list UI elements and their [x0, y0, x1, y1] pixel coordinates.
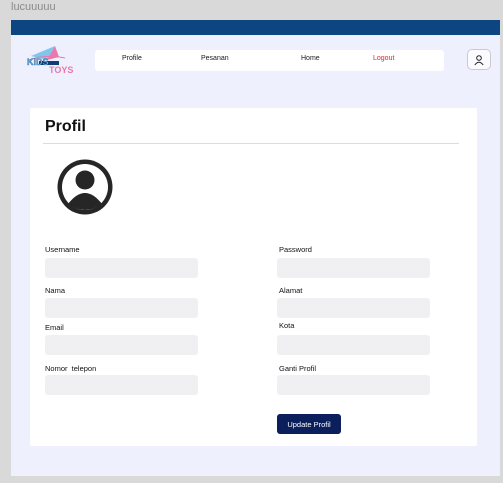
- alamat-field[interactable]: [277, 298, 430, 318]
- password-field[interactable]: [277, 258, 430, 278]
- top-nav: Profile Pesanan Home Logout: [95, 50, 444, 71]
- page-title: Profil: [45, 118, 86, 135]
- nama-field[interactable]: [45, 298, 198, 318]
- nav-profile[interactable]: Profile: [122, 55, 142, 62]
- ganti-profil-field[interactable]: [277, 375, 430, 395]
- nama-label: Nama: [45, 286, 66, 295]
- user-icon: [474, 54, 484, 65]
- nav-logout[interactable]: Logout: [373, 55, 394, 62]
- kota-label: Kota: [279, 321, 295, 330]
- nav-pesanan[interactable]: Pesanan: [201, 55, 229, 62]
- phone-label: Nomor telepon: [45, 364, 97, 373]
- logo-text-kids: KIDS: [27, 57, 49, 67]
- top-bar: [11, 20, 500, 35]
- user-account-button[interactable]: [467, 49, 491, 70]
- kids-toys-logo: KIDS TOYS: [27, 46, 73, 75]
- email-field[interactable]: [45, 335, 198, 355]
- kota-field[interactable]: [277, 335, 430, 355]
- frame-label: lucuuuuu: [11, 1, 56, 13]
- phone-field[interactable]: [45, 375, 198, 395]
- username-field[interactable]: [45, 258, 198, 278]
- password-label: Password: [279, 245, 312, 254]
- ganti-profil-label: Ganti Profil: [279, 364, 317, 373]
- profile-card: Profil Username Nama Email Nomor telepon…: [30, 108, 477, 446]
- update-profile-button[interactable]: Update Profil: [277, 414, 341, 434]
- user-circle-icon: [57, 159, 113, 215]
- logo-text-toys: TOYS: [49, 65, 73, 75]
- nav-home[interactable]: Home: [301, 55, 320, 62]
- username-label: Username: [45, 245, 80, 254]
- email-label: Email: [45, 323, 64, 332]
- alamat-label: Alamat: [279, 286, 303, 295]
- title-divider: [43, 143, 459, 144]
- app-window: KIDS TOYS Profile Pesanan Home Logout Pr…: [11, 20, 500, 476]
